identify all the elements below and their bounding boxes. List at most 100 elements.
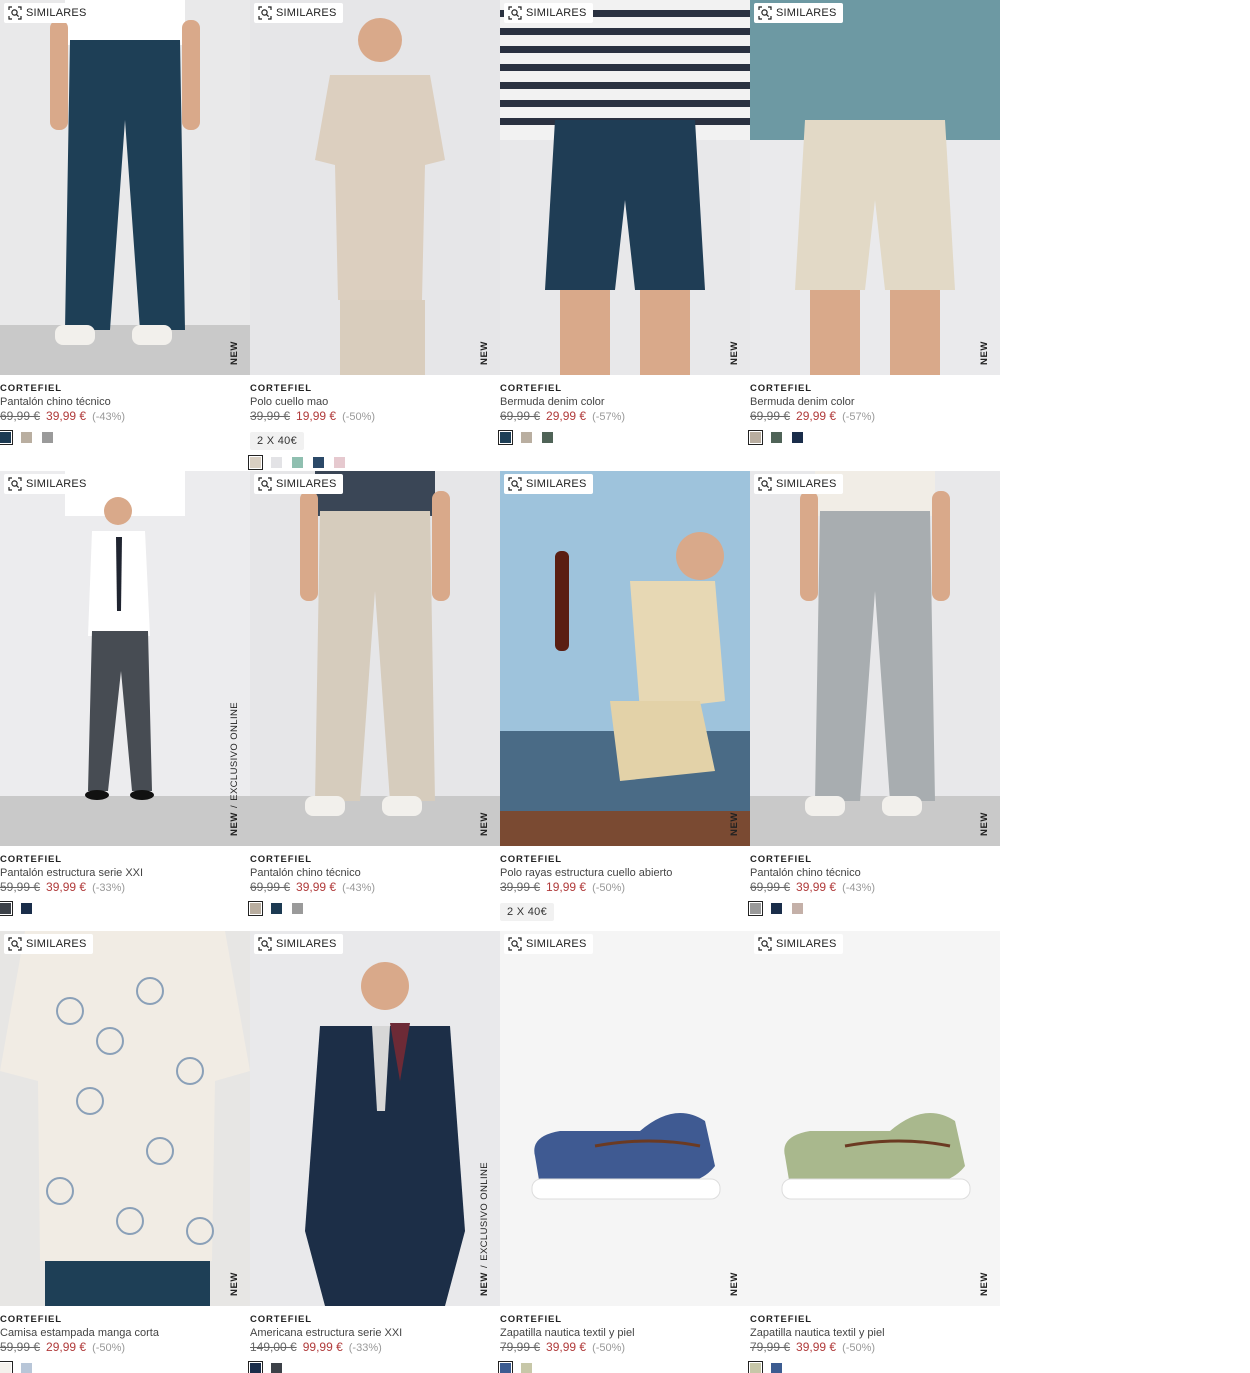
similares-button[interactable]: SIMILARES <box>504 934 593 954</box>
color-swatch[interactable] <box>0 1361 13 1373</box>
product-card[interactable]: SIMILARES NEW CORTEFIEL Camisa estampada… <box>0 931 250 1373</box>
product-image[interactable]: SIMILARES NEW <box>750 931 1000 1306</box>
color-swatch[interactable] <box>248 455 263 470</box>
color-swatch[interactable] <box>248 1361 263 1373</box>
color-swatch[interactable] <box>313 457 324 468</box>
product-brand: CORTEFIEL <box>750 854 812 865</box>
product-image[interactable]: SIMILARES NEW <box>250 471 500 846</box>
sale-price: 39,99 € <box>796 880 837 894</box>
new-badge: NEW <box>729 341 740 365</box>
sale-price: 39,99 € <box>296 880 337 894</box>
product-name[interactable]: Zapatilla nautica textil y piel <box>500 1326 750 1340</box>
product-card[interactable]: SIMILARES NEW CORTEFIEL Polo cuello mao … <box>248 0 500 470</box>
product-name[interactable]: Americana estructura serie XXI <box>250 1326 500 1340</box>
color-swatch[interactable] <box>21 1363 32 1373</box>
product-brand: CORTEFIEL <box>250 383 312 394</box>
product-brand: CORTEFIEL <box>0 1314 62 1325</box>
product-name[interactable]: Zapatilla nautica textil y piel <box>750 1326 1000 1340</box>
color-swatches <box>0 901 250 916</box>
product-name[interactable]: Pantalón chino técnico <box>250 866 500 880</box>
product-brand: CORTEFIEL <box>500 1314 562 1325</box>
similares-button[interactable]: SIMILARES <box>504 3 593 23</box>
product-card[interactable]: SIMILARES NEW CORTEFIEL Zapatilla nautic… <box>748 931 1000 1373</box>
sale-price: 19,99 € <box>546 880 587 894</box>
product-card[interactable]: SIMILARES NEW CORTEFIEL Pantalón chino t… <box>0 0 250 445</box>
color-swatch[interactable] <box>334 457 345 468</box>
color-swatch[interactable] <box>521 1363 532 1373</box>
discount-percent: (-50%) <box>842 1342 876 1354</box>
similares-button[interactable]: SIMILARES <box>254 934 343 954</box>
product-name[interactable]: Polo rayas estructura cuello abierto <box>500 866 750 880</box>
color-swatch[interactable] <box>498 1361 513 1373</box>
color-swatch[interactable] <box>271 903 282 914</box>
product-image[interactable]: SIMILARES NEW <box>250 0 500 375</box>
product-image[interactable]: SIMILARES NEW <box>750 0 1000 375</box>
product-image[interactable]: SIMILARES NEW <box>500 0 750 375</box>
product-name[interactable]: Camisa estampada manga corta <box>0 1326 250 1340</box>
color-swatch[interactable] <box>292 457 303 468</box>
color-swatch[interactable] <box>792 432 803 443</box>
product-name[interactable]: Pantalón chino técnico <box>750 866 1000 880</box>
product-card[interactable]: SIMILARES NEW CORTEFIEL Pantalón chino t… <box>748 471 1000 916</box>
color-swatch[interactable] <box>748 430 763 445</box>
product-image[interactable]: SIMILARES NEW <box>0 0 250 375</box>
product-name[interactable]: Pantalón estructura serie XXI <box>0 866 250 880</box>
visual-search-icon <box>758 477 772 491</box>
similares-button[interactable]: SIMILARES <box>4 3 93 23</box>
similares-button[interactable]: SIMILARES <box>254 474 343 494</box>
color-swatch[interactable] <box>748 1361 763 1373</box>
color-swatch[interactable] <box>0 430 13 445</box>
product-name[interactable]: Bermuda denim color <box>500 395 750 409</box>
color-swatch[interactable] <box>0 901 13 916</box>
color-swatch[interactable] <box>748 901 763 916</box>
product-info: CORTEFIEL Polo cuello mao 39,99 € 19,99 €… <box>248 375 500 470</box>
similares-button[interactable]: SIMILARES <box>754 3 843 23</box>
product-card[interactable]: SIMILARES NEW CORTEFIEL Polo rayas estru… <box>500 471 750 921</box>
color-swatch[interactable] <box>542 432 553 443</box>
product-image[interactable]: SIMILARES NEW <box>750 471 1000 846</box>
color-swatches <box>0 1361 250 1373</box>
product-image[interactable]: SIMILARES NEW / EXCLUSIVO ONLINE <box>0 471 250 846</box>
new-label: NEW <box>479 812 490 836</box>
product-name[interactable]: Polo cuello mao <box>250 395 500 409</box>
color-swatch[interactable] <box>521 432 532 443</box>
similares-button[interactable]: SIMILARES <box>754 934 843 954</box>
product-image[interactable]: SIMILARES NEW <box>500 471 750 846</box>
product-photo <box>750 931 1000 1306</box>
similares-button[interactable]: SIMILARES <box>754 474 843 494</box>
product-photo <box>0 931 250 1306</box>
product-image[interactable]: SIMILARES NEW / EXCLUSIVO ONLINE <box>250 931 500 1306</box>
color-swatch[interactable] <box>21 432 32 443</box>
product-card[interactable]: SIMILARES NEW CORTEFIEL Zapatilla nautic… <box>498 931 750 1373</box>
color-swatch[interactable] <box>771 432 782 443</box>
similares-button[interactable]: SIMILARES <box>254 3 343 23</box>
product-card[interactable]: SIMILARES NEW CORTEFIEL Pantalón chino t… <box>248 471 500 916</box>
product-image[interactable]: SIMILARES NEW <box>0 931 250 1306</box>
product-card[interactable]: SIMILARES NEW / EXCLUSIVO ONLINE CORTEFIEL… <box>0 471 250 916</box>
color-swatch[interactable] <box>271 1363 282 1373</box>
color-swatch[interactable] <box>792 903 803 914</box>
color-swatch[interactable] <box>498 430 513 445</box>
product-brand: CORTEFIEL <box>0 383 62 394</box>
color-swatches <box>748 430 1000 445</box>
color-swatch[interactable] <box>248 901 263 916</box>
product-image[interactable]: SIMILARES NEW <box>500 931 750 1306</box>
color-swatch[interactable] <box>771 903 782 914</box>
original-price: 79,99 € <box>500 1340 541 1354</box>
product-card[interactable]: SIMILARES NEW CORTEFIEL Bermuda denim co… <box>748 0 1000 445</box>
color-swatch[interactable] <box>42 432 53 443</box>
similares-button[interactable]: SIMILARES <box>4 934 93 954</box>
similares-button[interactable]: SIMILARES <box>4 474 93 494</box>
product-name[interactable]: Pantalón chino técnico <box>0 395 250 409</box>
color-swatch[interactable] <box>771 1363 782 1373</box>
product-card[interactable]: SIMILARES NEW / EXCLUSIVO ONLINE CORTEFIEL… <box>248 931 500 1373</box>
similares-button[interactable]: SIMILARES <box>504 474 593 494</box>
color-swatch[interactable] <box>271 457 282 468</box>
exclusive-label: EXCLUSIVO ONLINE <box>229 701 240 801</box>
new-label: NEW <box>479 1272 490 1296</box>
color-swatch[interactable] <box>292 903 303 914</box>
color-swatch[interactable] <box>21 903 32 914</box>
product-card[interactable]: SIMILARES NEW CORTEFIEL Bermuda denim co… <box>498 0 750 445</box>
product-name[interactable]: Bermuda denim color <box>750 395 1000 409</box>
discount-percent: (-43%) <box>842 882 876 894</box>
